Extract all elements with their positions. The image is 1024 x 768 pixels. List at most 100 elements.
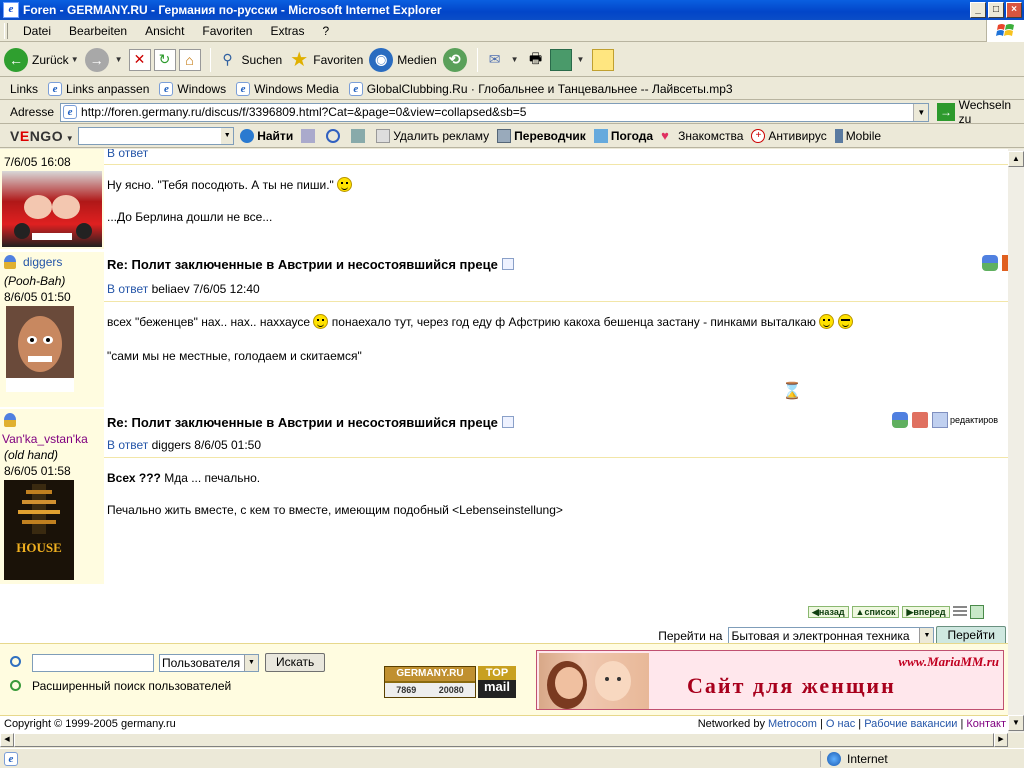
- user-search-panel: Пользователя ▼ Искать Расширенный поиск п…: [0, 643, 1008, 715]
- back-button[interactable]: ← Zurück ▼: [4, 47, 79, 72]
- link-item[interactable]: e GlobalClubbing.Ru · Глобальнее и Танцев…: [348, 81, 733, 96]
- refresh-icon[interactable]: ↻: [153, 48, 176, 71]
- menu-extras[interactable]: Extras: [261, 24, 313, 38]
- weather-icon: [593, 128, 608, 143]
- menu-help[interactable]: ?: [313, 24, 338, 38]
- edit-dropdown-icon[interactable]: ▼: [577, 55, 585, 64]
- magnifier-icon: [326, 128, 341, 143]
- links-label[interactable]: Links: [10, 82, 38, 96]
- dating-button[interactable]: ♥ Знакомства: [661, 128, 743, 143]
- scroll-down-icon[interactable]: ▼: [1008, 715, 1024, 731]
- scroll-right-icon[interactable]: ▶: [994, 733, 1008, 747]
- contact-link[interactable]: Контакт: [966, 718, 1006, 730]
- post-user-column: Van'ka_vstan'ka (old hand) 8/6/05 01:58 …: [0, 409, 104, 584]
- scroll-up-icon[interactable]: ▲: [1008, 151, 1024, 167]
- note-icon[interactable]: [592, 48, 615, 71]
- reply-link[interactable]: В ответ: [107, 282, 148, 296]
- menu-favoriten[interactable]: Favoriten: [193, 24, 261, 38]
- search-type-select[interactable]: Пользователя ▼: [159, 654, 259, 672]
- horizontal-scrollbar[interactable]: ◀ ▶: [0, 733, 1008, 747]
- username-link[interactable]: diggers: [23, 255, 62, 269]
- search-submit-button[interactable]: Искать: [265, 653, 326, 672]
- link-item[interactable]: e Links anpassen: [48, 81, 149, 96]
- vengo-key-icon[interactable]: [351, 128, 368, 143]
- select-dropdown-icon[interactable]: ▼: [919, 627, 934, 644]
- go-button[interactable]: Wechseln zu: [959, 98, 1024, 126]
- jobs-link[interactable]: Рабочие вакансии: [864, 718, 957, 730]
- edit-icon[interactable]: [549, 48, 572, 71]
- threaded-view-icon[interactable]: [969, 605, 984, 619]
- vengo-search-button[interactable]: Найти: [240, 128, 293, 143]
- antivirus-button[interactable]: + Антивирус: [751, 128, 827, 143]
- vertical-scrollbar[interactable]: ▲ ▼: [1008, 149, 1024, 733]
- print-icon[interactable]: 🖶: [525, 49, 547, 71]
- flat-view-icon[interactable]: [952, 606, 967, 618]
- select-dropdown-icon[interactable]: ▼: [244, 655, 258, 671]
- ad-banner[interactable]: www.MariaMM.ru Сайт для женщин: [536, 650, 1004, 710]
- avatar[interactable]: HOUSE: [4, 480, 74, 580]
- reply-link[interactable]: В ответ: [107, 438, 148, 452]
- forward-dropdown-icon[interactable]: ▼: [115, 55, 123, 64]
- mobile-button[interactable]: Mobile: [834, 128, 881, 143]
- home-icon[interactable]: ⌂: [178, 48, 201, 71]
- vengo-dropdown-icon[interactable]: ▼: [221, 127, 234, 144]
- go-arrow-icon[interactable]: →: [937, 103, 955, 121]
- menu-bearbeiten[interactable]: Bearbeiten: [60, 24, 136, 38]
- history-icon[interactable]: ⟲: [442, 47, 467, 72]
- germany-ru-counter[interactable]: GERMANY.RU 7869 20080: [384, 666, 476, 698]
- menu-datei[interactable]: Datei: [14, 24, 60, 38]
- vengo-logo[interactable]: VENGO ▼: [10, 128, 74, 144]
- metrocom-link[interactable]: Metrocom: [768, 718, 817, 730]
- vengo-tool-icon[interactable]: [301, 128, 318, 143]
- search-button[interactable]: ⚲ Suchen: [217, 49, 282, 71]
- vengo-search-input[interactable]: ▼: [78, 126, 235, 145]
- address-dropdown-icon[interactable]: ▼: [913, 103, 929, 121]
- translator-button[interactable]: Переводчик: [497, 128, 586, 143]
- forward-button[interactable]: → ▼: [84, 47, 123, 72]
- forum-select[interactable]: Бытовая и электронная техника ▼: [728, 626, 935, 645]
- close-button[interactable]: ×: [1006, 2, 1022, 18]
- address-input[interactable]: e http://foren.germany.ru/discus/f/33968…: [60, 102, 930, 122]
- post-title[interactable]: Re: Полит заключенные в Австрии и несост…: [107, 415, 514, 430]
- remove-ads-button[interactable]: Удалить рекламу: [376, 128, 489, 143]
- about-link[interactable]: О нас: [826, 718, 855, 730]
- mail-dropdown-icon[interactable]: ▼: [511, 55, 519, 64]
- media-button[interactable]: ◉ Medien: [369, 47, 437, 72]
- avatar[interactable]: [2, 171, 102, 247]
- stop-icon[interactable]: ✕: [128, 48, 151, 71]
- mail-icon[interactable]: ✉: [484, 49, 506, 71]
- toolbar-grip[interactable]: [4, 22, 8, 39]
- edit-icon[interactable]: [932, 412, 948, 428]
- edit-link[interactable]: редактиров: [950, 415, 998, 425]
- reply-link[interactable]: В ответ: [107, 149, 148, 160]
- nav-forward-button[interactable]: ▶вперед: [902, 606, 950, 618]
- link-item[interactable]: e Windows: [159, 81, 226, 96]
- topmail-counter[interactable]: TOP mail: [478, 666, 516, 698]
- username-link[interactable]: Van'ka_vstan'ka: [0, 432, 88, 446]
- link-item[interactable]: e Windows Media: [236, 81, 339, 96]
- print-icon[interactable]: [912, 412, 928, 428]
- profile-icon[interactable]: [982, 255, 998, 271]
- minimize-button[interactable]: _: [970, 2, 986, 18]
- ie-page-icon: e: [236, 81, 251, 96]
- post-tools: [982, 255, 1008, 271]
- avatar[interactable]: [6, 306, 74, 392]
- nav-list-button[interactable]: ▲список: [851, 606, 900, 618]
- weather-button[interactable]: Погода: [593, 128, 653, 143]
- maximize-button[interactable]: □: [988, 2, 1004, 18]
- advanced-search-link[interactable]: Расширенный поиск пользователей: [32, 679, 231, 693]
- post: Van'ka_vstan'ka (old hand) 8/6/05 01:58 …: [0, 409, 1008, 584]
- star-icon: ★: [290, 49, 309, 71]
- favorites-button[interactable]: ★ Favoriten: [288, 49, 363, 71]
- back-dropdown-icon[interactable]: ▼: [71, 55, 79, 64]
- profile-icon[interactable]: [892, 412, 908, 428]
- menu-ansicht[interactable]: Ansicht: [136, 24, 193, 38]
- nav-back-button[interactable]: ◀назад: [808, 606, 849, 618]
- horizontal-scroll-thumb[interactable]: [14, 733, 994, 747]
- media-globe-icon: ◉: [369, 47, 394, 72]
- user-search-input[interactable]: [32, 654, 154, 672]
- scroll-left-icon[interactable]: ◀: [0, 733, 14, 747]
- vengo-zoom-icon[interactable]: [326, 128, 343, 143]
- post-title[interactable]: Re: Полит заключенные в Австрии и несост…: [107, 257, 514, 272]
- antivirus-icon: +: [751, 128, 766, 143]
